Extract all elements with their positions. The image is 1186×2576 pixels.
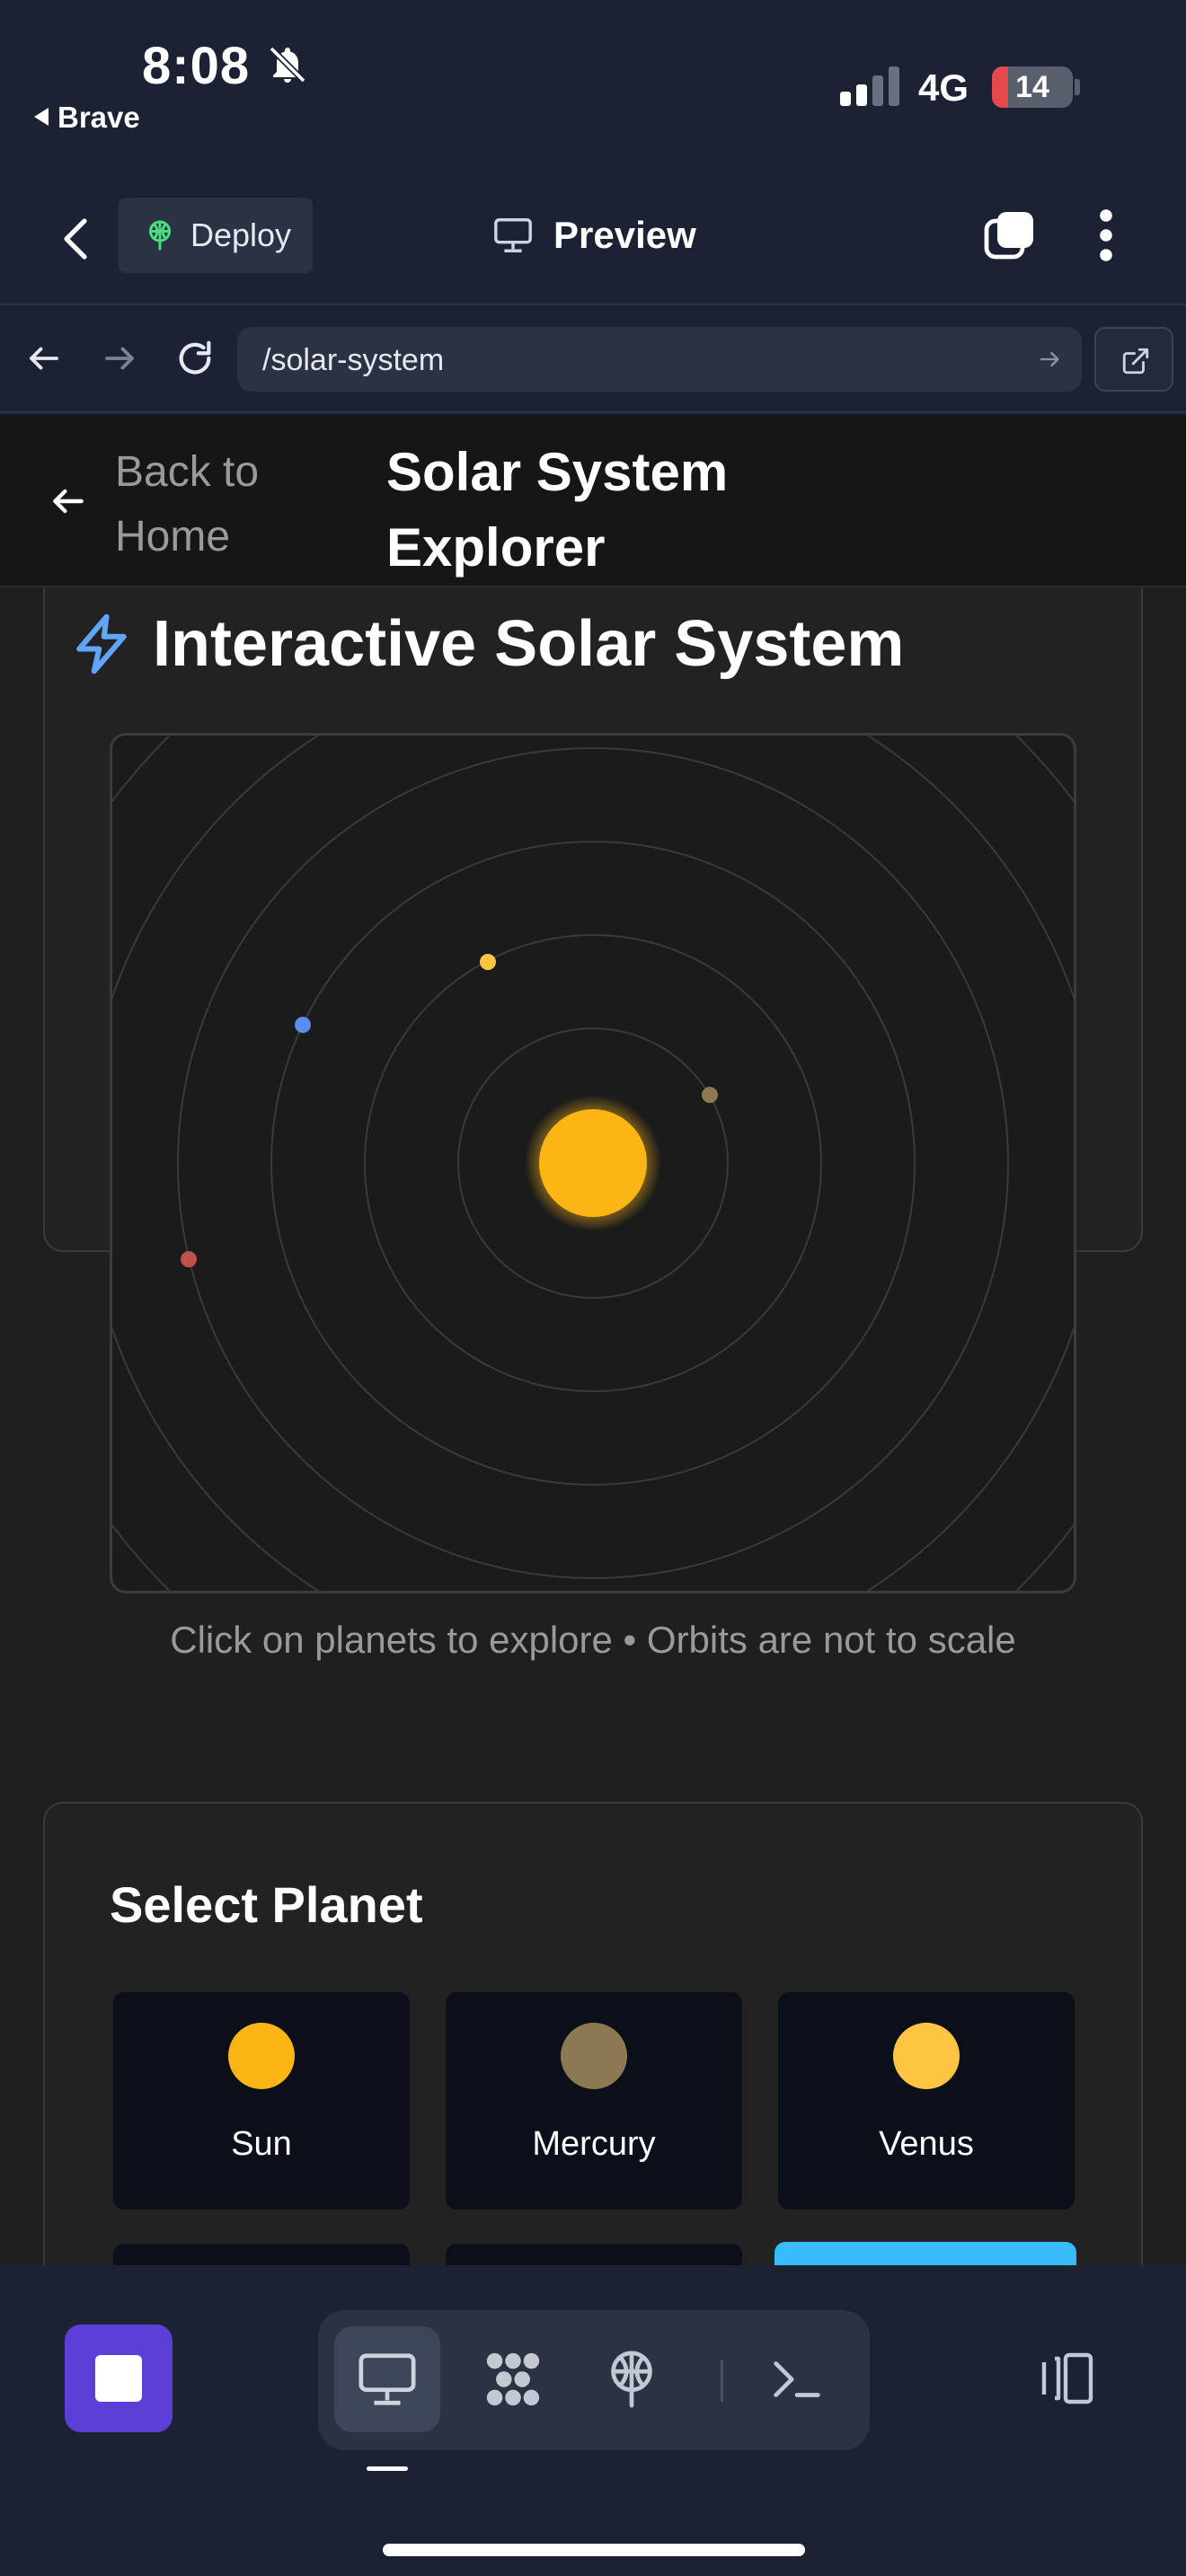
battery-icon: 14 (992, 66, 1073, 108)
split-view-icon[interactable] (1033, 2351, 1098, 2405)
planet-button-sun[interactable]: Sun (113, 1992, 410, 2210)
stop-button[interactable] (65, 2325, 173, 2432)
more-vertical-icon[interactable] (1091, 207, 1121, 264)
page-header: Back to Home Solar System Explorer (0, 415, 1186, 587)
planet-mercury[interactable] (702, 1087, 718, 1103)
preview-tab[interactable]: Preview (492, 208, 696, 262)
clock: 8:08 (142, 37, 251, 95)
url-text: /solar-system (262, 343, 445, 377)
preview-label: Preview (553, 214, 696, 256)
external-link-icon (1122, 348, 1149, 375)
stop-icon (95, 2355, 142, 2402)
arrow-left-icon[interactable] (49, 481, 88, 521)
planet-swatch (893, 2023, 960, 2089)
deploy-button[interactable]: Deploy (119, 198, 313, 273)
deploy-icon (149, 220, 171, 251)
reload-icon[interactable] (174, 338, 216, 379)
orbit-diagram (112, 736, 1074, 1591)
page-title: Solar System Explorer (386, 442, 729, 578)
go-arrow-icon[interactable] (1037, 347, 1062, 372)
monitor-icon (358, 2353, 416, 2405)
agent-icon (486, 2352, 540, 2406)
tab-agent[interactable] (460, 2326, 566, 2432)
arrow-left-icon[interactable] (25, 340, 63, 377)
status-bar: 8:08 Brave 4G 14 (0, 0, 1186, 171)
divider (721, 2360, 723, 2402)
tab-deploy[interactable] (579, 2326, 685, 2432)
tab-shell[interactable] (744, 2326, 850, 2432)
signal-icon (840, 66, 899, 106)
network-type: 4G (918, 66, 969, 109)
planet-swatch (228, 2023, 295, 2089)
bell-off-icon (269, 46, 306, 84)
monitor-icon (494, 218, 532, 252)
planet-swatch (561, 2023, 627, 2089)
select-planet-title: Select Planet (110, 1876, 423, 1933)
planet-venus[interactable] (480, 954, 496, 970)
tabs-icon[interactable] (983, 208, 1037, 262)
url-bar-row: /solar-system (0, 305, 1186, 413)
planet-button[interactable] (446, 2244, 742, 2265)
planet-button-mercury[interactable]: Mercury (446, 1992, 742, 2210)
view-switcher (318, 2310, 870, 2450)
solar-card-heading: Interactive Solar System (72, 604, 904, 684)
terminal-icon (774, 2361, 820, 2397)
solar-card-title: Interactive Solar System (153, 608, 905, 680)
bottom-toolbar (0, 2265, 1186, 2576)
home-indicator (383, 2544, 805, 2556)
back-to-app-link[interactable]: Brave (34, 101, 140, 135)
planet-button-venus[interactable]: Venus (778, 1992, 1075, 2210)
lightning-bolt-icon (76, 613, 127, 675)
solar-system-canvas[interactable] (110, 733, 1076, 1593)
url-input[interactable]: /solar-system (237, 327, 1082, 392)
active-tab-indicator (367, 2466, 408, 2471)
back-app-label: Brave (58, 101, 140, 134)
deploy-label: Deploy (190, 216, 292, 253)
tab-preview[interactable] (334, 2326, 440, 2432)
planet-button[interactable] (113, 2244, 410, 2265)
web-page: Back to Home Solar System Explorer Inter… (0, 415, 1186, 2265)
battery-tip (1075, 79, 1080, 95)
arrow-right-icon[interactable] (101, 340, 138, 377)
back-to-home-link[interactable]: Back to Home (115, 440, 313, 569)
planet-mars[interactable] (181, 1251, 197, 1267)
deploy-icon (611, 2351, 652, 2408)
app-header: Deploy Preview (0, 171, 1186, 305)
planet-earth[interactable] (295, 1017, 311, 1033)
planet-button-selected[interactable] (774, 2242, 1076, 2265)
open-external-button[interactable] (1094, 327, 1173, 392)
planet-name: Mercury (532, 2125, 656, 2163)
back-triangle-icon (34, 108, 49, 127)
planet-name: Sun (231, 2125, 292, 2163)
planet-name: Venus (879, 2125, 974, 2163)
orbit-note: Click on planets to explore • Orbits are… (170, 1619, 1016, 1661)
chevron-left-icon[interactable] (56, 214, 99, 264)
sun[interactable] (539, 1109, 647, 1217)
battery-level: 14 (1015, 70, 1049, 104)
